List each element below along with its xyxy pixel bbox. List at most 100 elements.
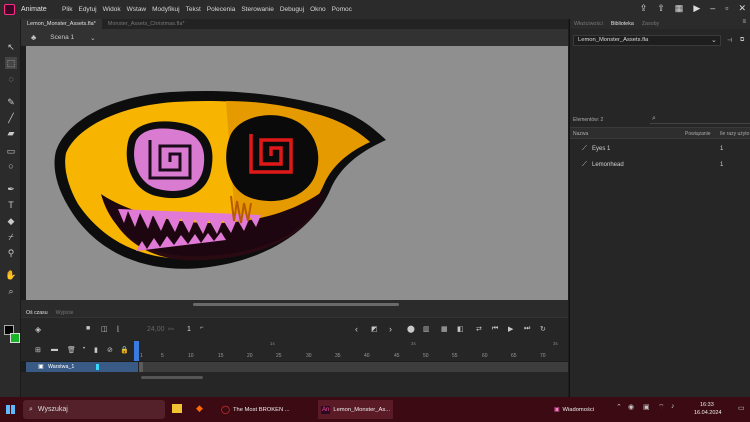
edit-multiple-icon[interactable]: ▦ (441, 325, 448, 333)
fill-color-swatch[interactable] (10, 333, 20, 343)
tab-library[interactable]: Biblioteka (607, 19, 638, 29)
keyframe[interactable] (138, 362, 143, 372)
new-library-icon[interactable]: ⧉ (740, 37, 744, 44)
loop-playback-icon[interactable]: ↻ (540, 325, 546, 333)
scrollbar-thumb[interactable] (193, 303, 399, 306)
visibility-icon[interactable]: ⊘ (107, 346, 113, 354)
library-item-eyes-1[interactable]: ⟋ Eyes 1 1 (570, 143, 750, 157)
clock-date[interactable]: 16.04.2024 (694, 410, 722, 416)
next-keyframe-icon[interactable]: › (389, 324, 392, 334)
column-name[interactable]: Nazwa (573, 131, 588, 137)
onion-skin-icon[interactable]: ⬤ (407, 325, 415, 333)
menu-item-control[interactable]: Sterowanie (241, 6, 274, 13)
insert-tween-icon[interactable]: ⇄ (476, 325, 482, 333)
current-frame[interactable]: 1 (187, 326, 191, 333)
brush-tool-icon[interactable]: ╱ (5, 112, 17, 124)
outline-layer-icon[interactable]: ▮ (94, 346, 98, 354)
play-icon[interactable]: ▶ (693, 3, 700, 14)
panel-menu-icon[interactable]: ≡ (742, 19, 750, 29)
zoom-tool-icon[interactable]: ⌕ (5, 285, 17, 297)
taskbar-task-opera[interactable]: ◯ The Most BROKEN ... (218, 400, 316, 419)
go-first-frame-icon[interactable]: ⏮ (492, 325, 498, 333)
doc-tab-lemon-monster[interactable]: Lemon_Monster_Assets.fla* (21, 19, 102, 29)
network-icon[interactable]: ⌔ (658, 403, 665, 412)
column-use-count[interactable]: Ile razy użyto (720, 131, 749, 137)
tab-properties[interactable]: Właściwości (570, 19, 607, 29)
selection-tool-icon[interactable]: ↖ (5, 41, 17, 53)
pin-icon[interactable]: ⊣ (727, 37, 732, 44)
windows-start-icon[interactable] (6, 405, 15, 414)
layers-icon[interactable]: ◈ (35, 325, 41, 334)
paint-bucket-tool-icon[interactable]: ◆ (5, 215, 17, 227)
menu-item-text[interactable]: Tekst (186, 6, 201, 13)
close-icon[interactable]: ✕ (738, 3, 746, 14)
prev-keyframe-icon[interactable]: ‹ (355, 324, 358, 334)
menu-item-insert[interactable]: Wstaw (127, 6, 147, 13)
menu-item-help[interactable]: Pomoc (332, 6, 352, 13)
grid-icon[interactable]: ▦ (675, 3, 684, 14)
minimize-icon[interactable]: – (710, 3, 715, 14)
eraser-tool-icon[interactable]: ▰ (5, 127, 17, 139)
text-tool-icon[interactable]: T (5, 199, 17, 211)
column-linkage[interactable]: Powiązanie (685, 131, 711, 137)
go-last-frame-icon[interactable]: ⏭ (524, 325, 530, 333)
lasso-tool-icon[interactable]: ◌ (5, 73, 17, 85)
export-icon[interactable]: ⇧ (657, 3, 665, 14)
menu-item-window[interactable]: Okno (310, 6, 326, 13)
lock-icon[interactable]: 🔒 (120, 346, 129, 354)
library-dropdown-icon[interactable]: ⌄ (711, 36, 717, 44)
tab-timeline[interactable]: Oś czasu (26, 310, 48, 316)
taskbar-task-animate[interactable]: An Lemon_Monster_As... (318, 400, 393, 419)
insert-keyframe-icon[interactable]: ◩ (371, 325, 378, 333)
rectangle-tool-icon[interactable]: ▭ (5, 145, 17, 157)
share-icon[interactable]: ⇪ (640, 3, 648, 14)
menu-item-debug[interactable]: Debuguj (280, 6, 304, 13)
notifications-icon[interactable]: ▭ (738, 404, 745, 412)
clock-time[interactable]: 16:33 (700, 402, 714, 408)
delete-layer-icon[interactable]: 🗑 (67, 346, 76, 354)
layer-depth-icon[interactable]: ◫ (101, 325, 108, 333)
stage-canvas[interactable] (26, 46, 568, 300)
volume-icon[interactable]: ♪ (671, 403, 675, 410)
bone-tool-icon[interactable]: ⚲ (5, 247, 17, 259)
layer-frames[interactable] (138, 362, 568, 372)
oval-tool-icon[interactable]: ○ (5, 160, 17, 172)
layer-name[interactable]: Warstwa_1 (48, 364, 74, 370)
menu-item-edit[interactable]: Edytuj (78, 6, 96, 13)
scene-dropdown-icon[interactable]: ⌄ (90, 34, 95, 42)
hand-tool-icon[interactable]: ✋ (5, 269, 17, 281)
layer-color-tag[interactable] (96, 364, 99, 370)
pencil-tool-icon[interactable]: ✎ (5, 96, 17, 108)
brave-browser-icon[interactable]: ◆ (196, 403, 203, 414)
menu-item-modify[interactable]: Modyfikuj (152, 6, 179, 13)
free-transform-tool-icon[interactable]: ⬚ (5, 57, 17, 69)
doc-tab-christmas[interactable]: Monster_Assets_Christmas.fla* (102, 19, 191, 29)
eyedropper-tool-icon[interactable]: ⌿ (5, 231, 17, 243)
maximize-icon[interactable]: ▫ (725, 3, 728, 14)
playhead-marker[interactable] (134, 341, 139, 361)
tray-app-icon[interactable]: ◉ (628, 403, 634, 411)
tray-app-icon-2[interactable]: ▣ (643, 403, 650, 411)
stage-horizontal-scrollbar[interactable] (21, 300, 568, 308)
new-folder-icon[interactable]: ▬ (51, 346, 58, 353)
onion-outline-icon[interactable]: ▥ (423, 325, 430, 333)
menu-item-commands[interactable]: Polecenia (207, 6, 236, 13)
new-layer-icon[interactable]: ⊞ (35, 346, 41, 354)
graph-icon[interactable]: ⌊ (117, 325, 120, 333)
timeline-scrollbar[interactable] (141, 376, 203, 379)
library-file-select[interactable]: Lemon_Monster_Assets.fla (573, 35, 721, 46)
taskbar-search[interactable]: ⌕ Wyszukaj (23, 400, 165, 419)
news-widget[interactable]: ▣ Wiadomości (551, 400, 594, 419)
library-search-field[interactable] (650, 116, 750, 124)
layer-row[interactable]: ▣ Warstwa_1 (26, 362, 138, 372)
file-explorer-icon[interactable] (172, 404, 182, 413)
modify-markers-icon[interactable]: ◧ (457, 325, 464, 333)
tab-output[interactable]: Wyjście (56, 310, 74, 316)
loop-icon[interactable]: ⌐ (200, 325, 204, 331)
fps-value[interactable]: 24,00 (147, 326, 165, 333)
camera-icon[interactable]: ■ (86, 325, 90, 332)
play-button-icon[interactable]: ▶ (508, 325, 513, 333)
library-item-lemonhead[interactable]: ⟋ Lemonhead 1 (570, 159, 750, 173)
menu-item-file[interactable]: Plik (62, 6, 72, 13)
menu-item-view[interactable]: Widok (103, 6, 121, 13)
